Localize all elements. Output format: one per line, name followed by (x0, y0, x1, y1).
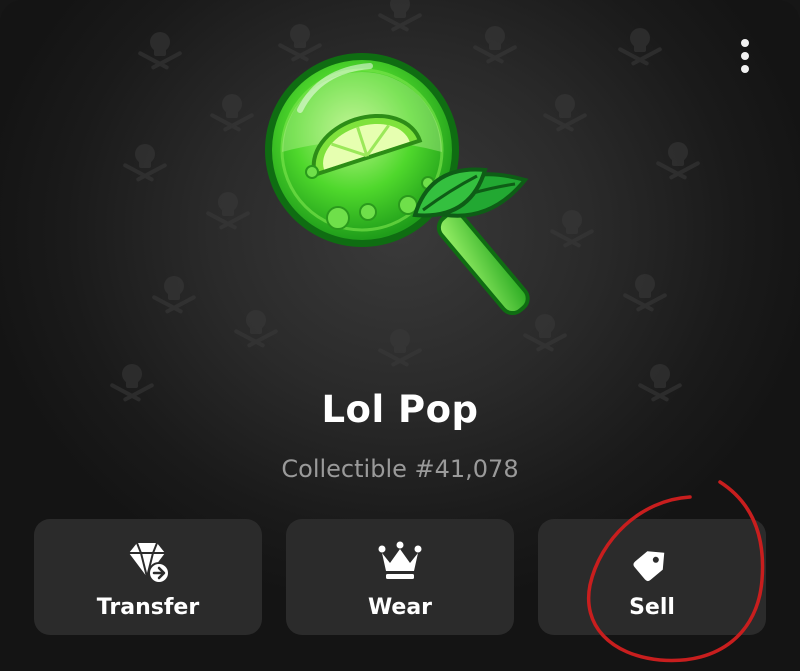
collectible-card: Lol Pop Collectible #41,078 Transfer Wea… (0, 0, 800, 671)
crown-icon (378, 541, 422, 579)
price-tag-icon (633, 551, 665, 582)
transfer-label: Transfer (96, 595, 200, 620)
sell-button[interactable]: Sell (538, 519, 766, 635)
wear-label: Wear (367, 595, 433, 620)
more-vertical-icon (741, 39, 749, 47)
wear-button[interactable]: Wear (286, 519, 514, 635)
collectible-number: Collectible #41,078 (281, 455, 519, 483)
transfer-button[interactable]: Transfer (34, 519, 262, 635)
lollipop-artwork (265, 53, 530, 316)
sell-label: Sell (629, 595, 675, 620)
diamond-transfer-icon (129, 542, 170, 584)
collectible-name: Lol Pop (321, 388, 479, 431)
more-options-button[interactable] (728, 34, 762, 78)
